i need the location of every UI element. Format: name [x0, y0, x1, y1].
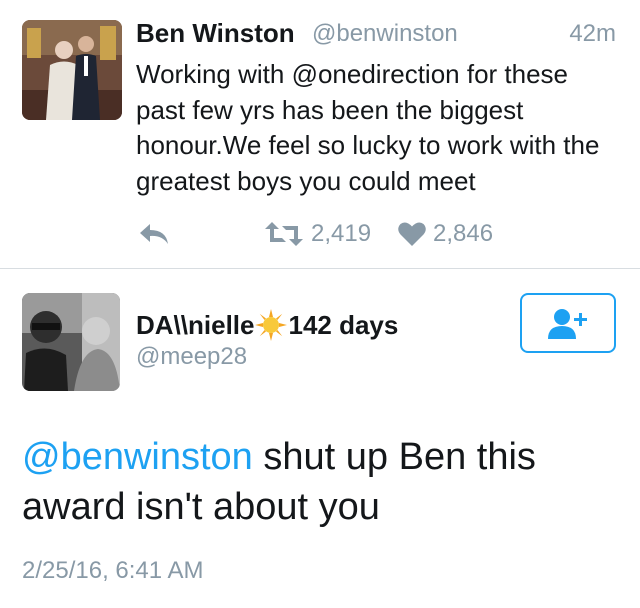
- reply-button[interactable]: [136, 218, 172, 250]
- heart-icon: [398, 222, 426, 246]
- avatar-photo-icon: [22, 20, 122, 120]
- tweet-date: 2/25/16, 6:41 AM: [22, 557, 204, 584]
- like-count: 2,846: [433, 220, 494, 247]
- author-name[interactable]: DA\\nielle 142 days: [136, 309, 398, 341]
- like-button[interactable]: [397, 219, 427, 249]
- tweet-actions: 2,419 2,846: [0, 214, 640, 254]
- tweet-text: @benwinston shut up Ben this award isn't…: [22, 432, 622, 532]
- mention-link[interactable]: @benwinston: [22, 436, 253, 478]
- avatar[interactable]: [22, 293, 120, 391]
- tweet-text: Working with @onedirection for these pas…: [136, 59, 600, 196]
- tweet-ben-winston: Ben Winston @benwinston 42m Working with…: [0, 0, 640, 268]
- author-name[interactable]: Ben Winston: [136, 18, 295, 49]
- avatar[interactable]: [22, 20, 122, 120]
- add-user-icon: [548, 309, 587, 339]
- reply-icon: [140, 224, 168, 244]
- author-name-suffix: 142 days: [288, 310, 399, 340]
- tweet-time: 42m: [569, 20, 616, 47]
- author-handle[interactable]: @meep28: [136, 343, 247, 371]
- retweet-icon: [265, 222, 303, 246]
- tweet-danielle: DA\\nielle 142 days @meep28 @benwinston …: [0, 269, 640, 608]
- sun-emoji-icon: [255, 309, 288, 341]
- tweet-header: Ben Winston @benwinston 42m: [136, 18, 616, 52]
- retweet-count: 2,419: [311, 220, 372, 247]
- follow-button[interactable]: [520, 293, 616, 353]
- author-handle[interactable]: @benwinston: [312, 20, 458, 48]
- avatar-photo-icon: [22, 293, 120, 391]
- author-name-text: DA\\nielle: [136, 310, 255, 340]
- retweet-button[interactable]: [262, 218, 306, 250]
